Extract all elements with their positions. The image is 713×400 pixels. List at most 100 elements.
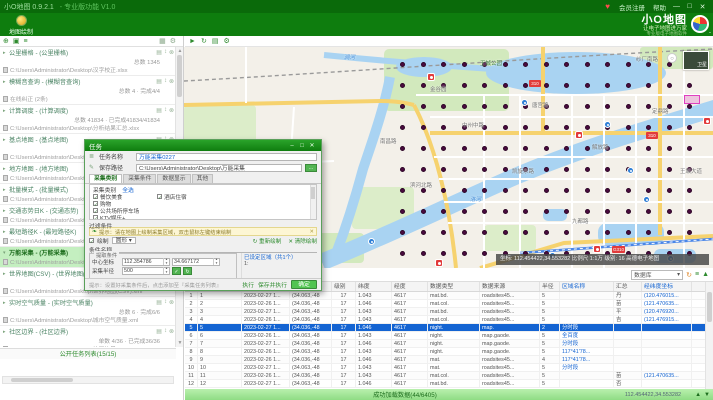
column-header[interactable]: 经纬度坐标 [642, 282, 692, 291]
scroll-down-icon[interactable]: ▼ [176, 339, 184, 347]
close-button[interactable]: ✕ [696, 3, 709, 11]
column-header[interactable]: 区域名称 [560, 282, 614, 291]
grid-point[interactable] [667, 188, 672, 193]
column-header[interactable]: 级别 [332, 282, 356, 291]
grid-point[interactable] [462, 62, 467, 67]
task-item[interactable]: ▸模糊音查询 - (模糊音查询)▤↕⊗总数 4 · 完成4/4在线纠正 (2条) [0, 76, 176, 105]
grid-point[interactable] [564, 125, 569, 130]
latitude-stepper[interactable]: 34.667172 ▴▾ [172, 258, 220, 266]
map-settings-icon[interactable]: ⚙ [223, 37, 229, 45]
column-header[interactable]: 纬度 [356, 282, 392, 291]
grid-point[interactable] [626, 230, 631, 235]
grid-point[interactable] [482, 167, 487, 172]
grid-point[interactable] [482, 209, 487, 214]
grid-point[interactable] [646, 209, 651, 214]
close-icon[interactable]: ⊗ [169, 78, 174, 85]
confirm-button[interactable]: 确定 [291, 280, 317, 289]
chart-icon[interactable]: ↕ [164, 49, 167, 56]
grid-point[interactable] [462, 230, 467, 235]
task-path[interactable]: C:\Users\Administrator\Desktop\汉字校正.xlsx [3, 65, 174, 74]
grid-point[interactable] [544, 209, 549, 214]
sidebar-horizontal-scrollbar[interactable] [2, 376, 174, 384]
grid-point[interactable] [400, 104, 405, 109]
grid-point[interactable] [605, 167, 610, 172]
checkbox-icon[interactable]: ✓ [93, 208, 98, 213]
table-row[interactable]: 442023-02-26 1...(34.036,-48171.0434617m… [185, 316, 713, 324]
scroll-up-icon[interactable]: ▲ [176, 47, 184, 55]
table-row[interactable]: 10102023-02-27 1...(34.063,-48171.043461… [185, 364, 713, 372]
chart-icon[interactable]: ↕ [164, 78, 167, 85]
grid-point[interactable] [421, 83, 426, 88]
refresh-map-icon[interactable]: ↻ [201, 37, 207, 45]
grid-point[interactable] [544, 83, 549, 88]
grid-point[interactable] [626, 125, 631, 130]
grid-point[interactable] [503, 125, 508, 130]
category-checkbox[interactable]: ✓酒店住宿 [157, 193, 186, 200]
column-header[interactable]: 半径 [540, 282, 560, 291]
task-path[interactable]: 在线纠正 (2条) [3, 94, 174, 103]
grid-point[interactable] [544, 62, 549, 67]
task-item[interactable]: ▸计算调度 - (计算调度)▤↕⊗总数 41834 · 已完成41834/418… [0, 105, 176, 134]
grid-point[interactable] [441, 104, 446, 109]
poi-marker-icon[interactable] [643, 196, 650, 203]
grid-point[interactable] [564, 62, 569, 67]
radius-stepper[interactable]: 500 ▴▾ [122, 267, 170, 275]
tab-数据显示[interactable]: 数据显示 [157, 174, 190, 183]
checkbox-icon[interactable]: ✓ [93, 201, 98, 206]
panel-scrollbar[interactable] [310, 185, 316, 219]
grid-point[interactable] [441, 62, 446, 67]
help-link[interactable]: 帮助 [653, 2, 666, 12]
grid-point[interactable] [646, 125, 651, 130]
table-row[interactable]: 112023-02-27 1...(34.063,-48171.0434617m… [185, 292, 713, 300]
scroll-top-icon[interactable]: ▲ [695, 392, 704, 398]
grid-point[interactable] [400, 62, 405, 67]
grid-point[interactable] [626, 146, 631, 151]
select-cursor-icon[interactable]: ► [189, 38, 196, 45]
grid-point[interactable] [687, 104, 692, 109]
checkbox-icon[interactable]: ✓ [157, 194, 162, 199]
chart-icon[interactable]: ↕ [164, 328, 167, 335]
grid-point[interactable] [503, 209, 508, 214]
scroll-thumb[interactable] [707, 292, 712, 322]
task-path[interactable]: C:\Users\Administrator\Desktop\城市空气质量.xm… [3, 315, 174, 324]
grid-point[interactable] [646, 146, 651, 151]
close-icon[interactable]: ⊗ [169, 299, 174, 306]
grid-point[interactable] [523, 125, 528, 130]
grid-point[interactable] [503, 146, 508, 151]
tab-采集条件[interactable]: 采集条件 [123, 174, 156, 183]
grid-point[interactable] [626, 209, 631, 214]
grid-point[interactable] [626, 83, 631, 88]
grid-point[interactable] [503, 188, 508, 193]
table-row[interactable]: 12122023-02-27 1...(34.063,-48171.046461… [185, 380, 713, 388]
settings-gear-icon[interactable]: ⚙ [170, 37, 176, 45]
scroll-thumb[interactable] [11, 378, 73, 382]
task-item[interactable]: ▸实时空气质量 - (实时空气质量)▤↕⊗总数 6 · 完成6/6C:\User… [0, 297, 176, 326]
poi-marker-icon[interactable] [627, 167, 634, 174]
grid-point[interactable] [646, 167, 651, 172]
grid-point[interactable] [462, 167, 467, 172]
grid-point[interactable] [585, 209, 590, 214]
metro-marker-icon[interactable] [703, 117, 711, 125]
grid-point[interactable] [400, 188, 405, 193]
column-header[interactable]: 经度 [392, 282, 428, 291]
grid-point[interactable] [585, 83, 590, 88]
task-item[interactable]: ▸公里栅格 - (公里栅格)▤↕⊗总数 1345C:\Users\Adminis… [0, 47, 176, 76]
grid-point[interactable] [646, 230, 651, 235]
grid-point[interactable] [605, 230, 610, 235]
grid-point[interactable] [503, 104, 508, 109]
scroll-thumb[interactable] [177, 55, 182, 97]
dialog-titlebar[interactable]: 任务 – □ ✕ [85, 140, 321, 151]
grid-point[interactable] [523, 230, 528, 235]
grid-point[interactable] [482, 104, 487, 109]
grid-point[interactable] [564, 146, 569, 151]
reset-condition-button[interactable]: ↻ [183, 267, 192, 275]
grid-point[interactable] [564, 230, 569, 235]
grid-point[interactable] [626, 104, 631, 109]
export-data-icon[interactable]: ▲ [702, 271, 709, 278]
task-list-icon[interactable]: ≡ [24, 38, 28, 45]
metro-marker-icon[interactable] [435, 259, 443, 267]
grid-point[interactable] [585, 230, 590, 235]
close-icon[interactable]: ⊗ [169, 49, 174, 56]
draw-shape-select[interactable]: 圆形 ▾ [112, 237, 136, 244]
grid-point[interactable] [503, 62, 508, 67]
